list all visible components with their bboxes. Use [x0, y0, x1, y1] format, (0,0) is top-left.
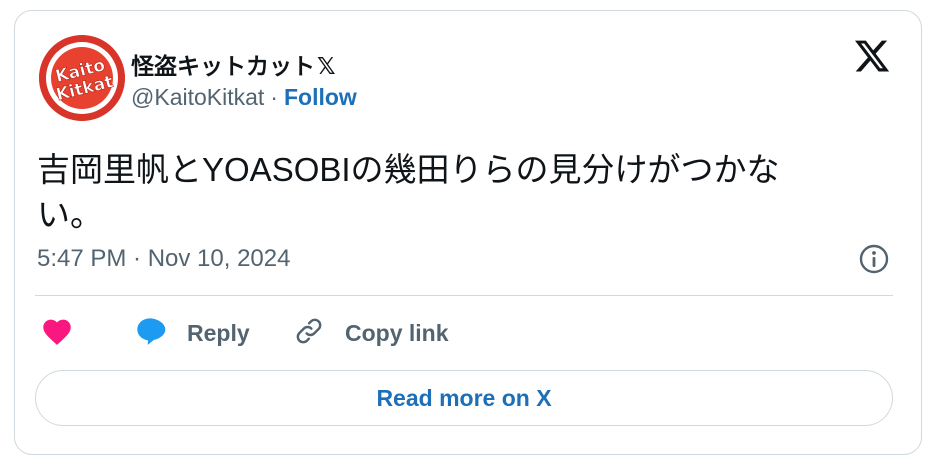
tweet-timestamp[interactable]: 5:47 PM · Nov 10, 2024	[37, 245, 290, 273]
author-handle[interactable]: @KaitoKitkat	[131, 84, 264, 110]
x-badge-icon: 𝕏	[317, 54, 336, 80]
x-logo-icon[interactable]	[853, 37, 891, 75]
handle-row: @KaitoKitkat · Follow	[131, 84, 357, 111]
reply-label: Reply	[187, 319, 250, 346]
read-more-button[interactable]: Read more on X	[35, 370, 893, 426]
speech-bubble-icon	[133, 315, 167, 352]
divider	[35, 295, 893, 296]
separator-dot: ·	[270, 84, 278, 110]
copy-link-button[interactable]: Copy link	[293, 313, 449, 353]
tweet-text: 吉岡里帆とYOASOBIの幾田りらの見分けがつかない。	[37, 151, 780, 233]
author-display-name[interactable]: 怪盗キットカット𝕏	[131, 47, 336, 81]
embedded-tweet-card: Kaito Kitkat 怪盗キットカット𝕏 @KaitoKitkat · Foll…	[14, 10, 922, 455]
avatar[interactable]: Kaito Kitkat	[39, 35, 125, 121]
reply-button[interactable]: Reply	[133, 313, 250, 353]
read-more-label: Read more on X	[376, 384, 552, 411]
follow-button[interactable]: Follow	[284, 84, 357, 110]
like-button[interactable]	[41, 313, 73, 353]
author-name-text: 怪盗キットカット	[131, 53, 315, 79]
heart-icon	[41, 316, 73, 351]
info-icon[interactable]	[858, 243, 890, 275]
copy-link-label: Copy link	[345, 319, 449, 346]
link-icon	[293, 315, 325, 352]
